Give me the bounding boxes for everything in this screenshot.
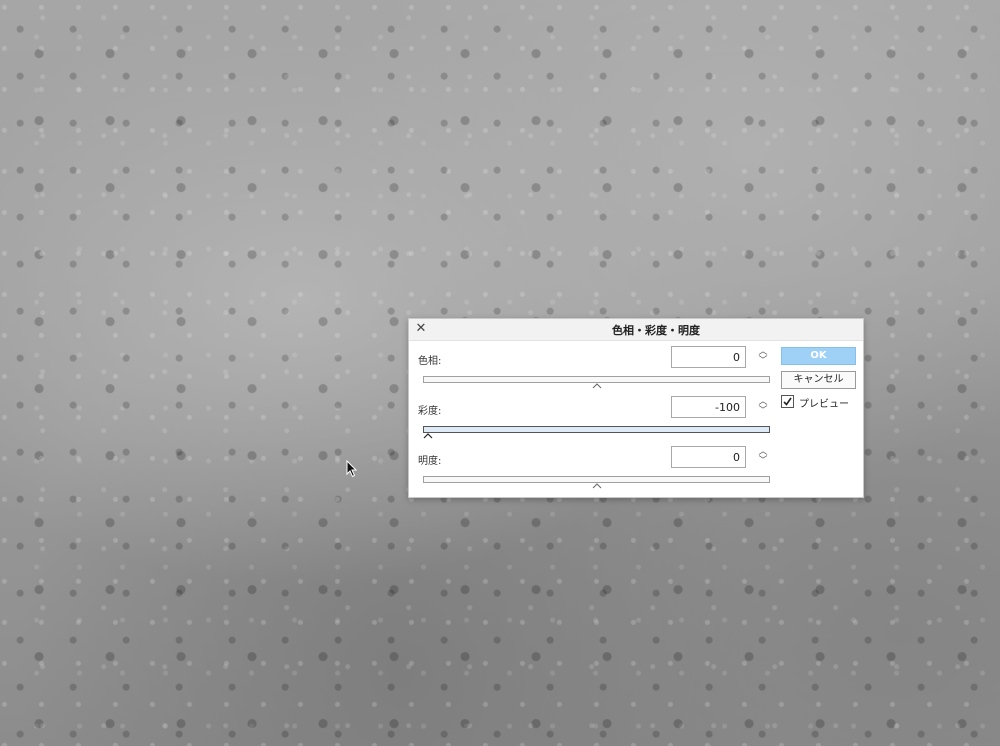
- hue-slider-thumb[interactable]: [592, 383, 602, 389]
- brightness-stepper[interactable]: ︿ ﹀: [757, 447, 769, 467]
- hue-input[interactable]: [671, 346, 746, 368]
- mouse-pointer-icon: [346, 460, 358, 478]
- saturation-input[interactable]: [671, 396, 746, 418]
- preview-label: プレビュー: [799, 399, 849, 410]
- brightness-slider-thumb[interactable]: [592, 483, 602, 489]
- hue-label: 色相:: [418, 356, 442, 367]
- hue-saturation-dialog: ✕ 色相・彩度・明度 色相: ︿ ﹀ 彩度: ︿ ﹀ 明度: ︿ ﹀ OK キャ…: [408, 318, 864, 498]
- ok-button[interactable]: OK: [781, 347, 856, 365]
- hue-slider[interactable]: [423, 376, 770, 383]
- brightness-input[interactable]: [671, 446, 746, 468]
- dialog-titlebar: ✕ 色相・彩度・明度: [409, 319, 863, 341]
- cancel-button[interactable]: キャンセル: [781, 371, 856, 389]
- saturation-label: 彩度:: [418, 406, 442, 417]
- preview-checkbox[interactable]: [781, 395, 794, 408]
- brightness-slider[interactable]: [423, 476, 770, 483]
- checkmark-icon: [783, 397, 792, 406]
- hue-stepper[interactable]: ︿ ﹀: [757, 347, 769, 367]
- dialog-title: 色相・彩度・明度: [612, 324, 700, 337]
- chevron-down-icon[interactable]: ﹀: [757, 406, 769, 416]
- brightness-label: 明度:: [418, 456, 442, 467]
- saturation-stepper[interactable]: ︿ ﹀: [757, 397, 769, 417]
- saturation-slider-thumb[interactable]: [423, 433, 433, 439]
- chevron-down-icon[interactable]: ﹀: [757, 356, 769, 366]
- chevron-down-icon[interactable]: ﹀: [757, 456, 769, 466]
- saturation-slider[interactable]: [423, 426, 770, 433]
